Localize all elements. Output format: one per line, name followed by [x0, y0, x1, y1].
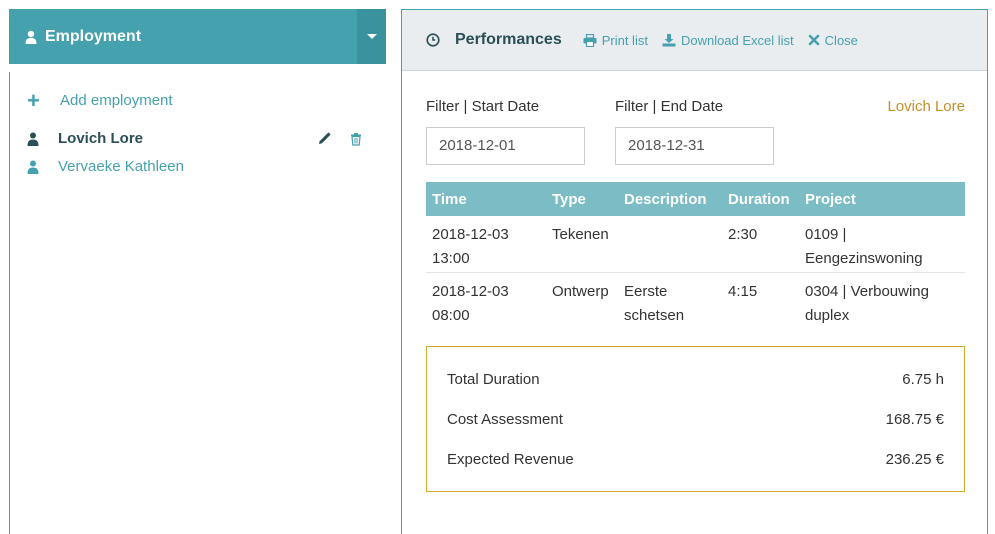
cell-type: Tekenen [552, 226, 609, 243]
cell-project: 0304 | Verbouwing duplex [805, 280, 929, 328]
employee-item-lovich-lore[interactable]: Lovich Lore [27, 130, 372, 147]
employee-name: Lovich Lore [58, 130, 144, 147]
employment-dropdown-button[interactable] [357, 9, 386, 64]
employment-title: Employment [45, 27, 142, 45]
end-date-input[interactable]: 2018-12-31 [615, 127, 774, 165]
trash-icon[interactable] [349, 132, 363, 146]
performances-header: Performances Print list Download Excel l… [402, 10, 987, 71]
download-icon [662, 33, 676, 46]
column-header-description[interactable]: Description [624, 191, 707, 208]
cell-project-line1: 0304 | Verbouwing [805, 283, 929, 300]
cell-description-line2: schetsen [624, 307, 685, 324]
cell-time-date: 2018-12-03 [432, 226, 509, 243]
summary-label: Expected Revenue [447, 451, 574, 468]
caret-down-icon [366, 34, 377, 39]
column-header-project[interactable]: Project [805, 191, 856, 208]
person-icon [27, 160, 39, 174]
cell-type: Ontwerp [552, 283, 609, 300]
close-link[interactable]: Close [808, 33, 858, 48]
add-employment-label: Add employment [60, 92, 173, 109]
print-list-link[interactable]: Print list [583, 33, 648, 48]
cell-project-line2: Eengezinswoning [805, 250, 923, 267]
summary-label: Cost Assessment [447, 411, 563, 428]
clock-icon [426, 33, 440, 47]
employment-title-wrap: Employment [9, 28, 357, 46]
cell-time: 2018-12-03 08:00 [432, 280, 509, 328]
add-employment-button[interactable]: + Add employment [27, 87, 173, 113]
edit-pencil-icon[interactable] [317, 131, 331, 146]
column-header-type[interactable]: Type [552, 191, 586, 208]
performances-table: Time Type Description Duration Project 2… [426, 182, 965, 330]
summary-value: 236.25 € [885, 451, 944, 468]
employee-item-vervaeke-kathleen[interactable]: Vervaeke Kathleen [27, 158, 372, 175]
column-header-time[interactable]: Time [432, 191, 467, 208]
cell-time-clock: 08:00 [432, 307, 470, 324]
employment-list: + Add employment Lovich Lore Vervaeke Ka… [9, 72, 386, 534]
cell-project: 0109 | Eengezinswoning [805, 223, 923, 271]
close-icon [808, 34, 819, 46]
table-row[interactable]: 2018-12-03 08:00 Ontwerp Eerste schetsen… [426, 273, 965, 330]
summary-row-total-duration: Total Duration 6.75 h [447, 371, 944, 388]
performances-title: Performances [455, 31, 562, 48]
start-date-input[interactable]: 2018-12-01 [426, 127, 585, 165]
summary-box: Total Duration 6.75 h Cost Assessment 16… [426, 346, 965, 492]
column-header-duration[interactable]: Duration [728, 191, 790, 208]
summary-value: 6.75 h [902, 371, 944, 388]
filter-end-label: Filter | End Date [615, 98, 724, 115]
cell-description: Eerste schetsen [624, 280, 684, 328]
cell-time-clock: 13:00 [432, 250, 470, 267]
table-row[interactable]: 2018-12-03 13:00 Tekenen 2:30 0109 | Een… [426, 216, 965, 273]
download-excel-link[interactable]: Download Excel list [662, 33, 794, 48]
cell-project-line2: duplex [805, 307, 850, 324]
selected-employee-name: Lovich Lore [887, 98, 965, 115]
cell-time-date: 2018-12-03 [432, 283, 509, 300]
cell-duration: 2:30 [728, 226, 758, 243]
cell-time: 2018-12-03 13:00 [432, 223, 509, 271]
summary-row-expected-revenue: Expected Revenue 236.25 € [447, 451, 944, 468]
summary-value: 168.75 € [885, 411, 944, 428]
close-label: Close [824, 32, 858, 48]
cell-project-line1: 0109 | [805, 226, 847, 243]
table-header: Time Type Description Duration Project [426, 182, 965, 216]
summary-label: Total Duration [447, 371, 540, 388]
summary-row-cost-assessment: Cost Assessment 168.75 € [447, 411, 944, 428]
employment-header: Employment [9, 9, 386, 64]
employment-panel: Employment + Add employment Lovich Lore [9, 9, 386, 534]
cell-duration: 4:15 [728, 283, 758, 300]
app-root: Employment + Add employment Lovich Lore [0, 0, 995, 534]
performances-panel: Performances Print list Download Excel l… [401, 9, 988, 534]
printer-icon [583, 33, 597, 47]
download-excel-label: Download Excel list [680, 32, 794, 48]
cell-description-line1: Eerste [624, 283, 668, 300]
person-icon [27, 132, 39, 146]
user-icon [25, 30, 37, 44]
employee-actions [317, 131, 363, 146]
plus-icon: + [27, 87, 40, 113]
print-list-label: Print list [601, 32, 648, 48]
employee-name: Vervaeke Kathleen [58, 158, 184, 175]
filter-start-label: Filter | Start Date [426, 98, 540, 115]
